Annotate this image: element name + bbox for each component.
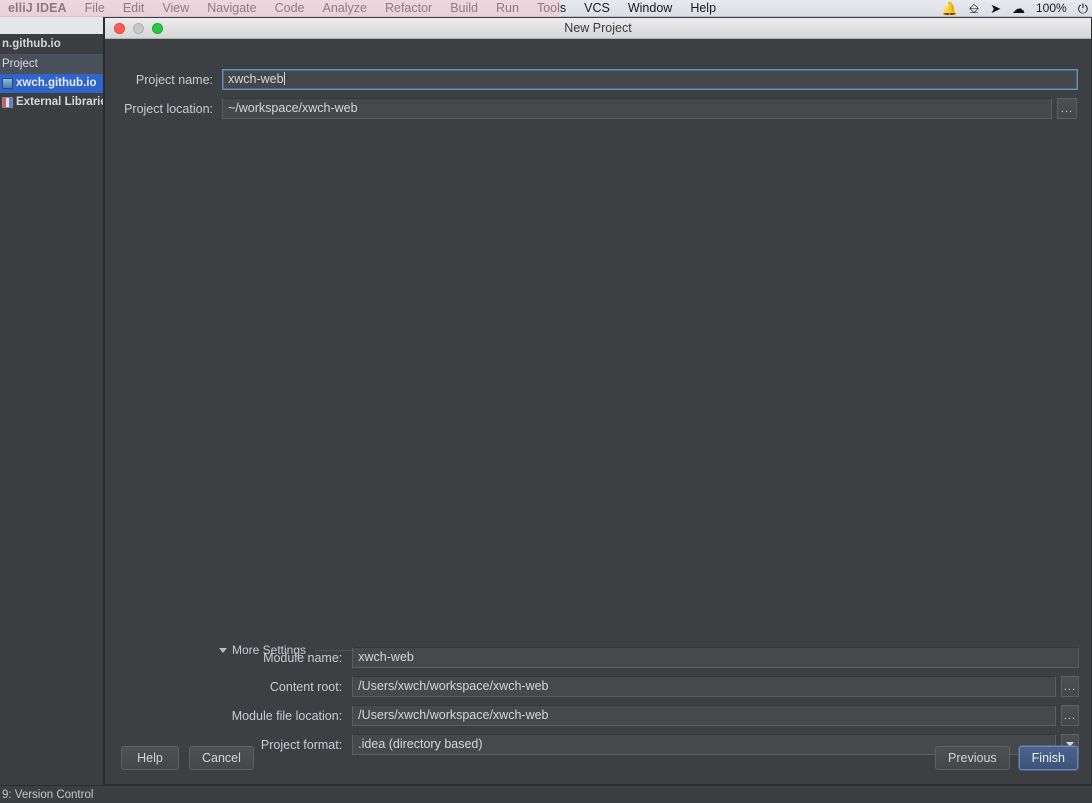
menu-item-file[interactable]: File: [76, 1, 114, 15]
zoom-traffic-light[interactable]: [152, 22, 163, 34]
tree-item-external-libraries[interactable]: External Librarie: [0, 93, 103, 112]
project-sidebar: n.github.io Project xwch.github.io Exter…: [0, 17, 104, 803]
content-root-input[interactable]: /Users/xwch/workspace/xwch-web: [352, 676, 1056, 697]
content-root-browse-button[interactable]: ...: [1060, 676, 1079, 697]
menu-item-run[interactable]: Run: [487, 1, 528, 15]
minimize-traffic-light[interactable]: [133, 22, 144, 34]
tree-item-label: External Librarie: [16, 96, 103, 108]
module-file-location-label: Module file location:: [231, 708, 343, 723]
menu-item-view[interactable]: View: [153, 1, 198, 15]
finish-button[interactable]: Finish: [1018, 746, 1078, 770]
cancel-button[interactable]: Cancel: [189, 746, 254, 770]
library-icon: [2, 97, 13, 108]
dialog-title: New Project: [564, 21, 632, 35]
status-bar: 9: Version Control: [0, 785, 1092, 803]
menu-item-build[interactable]: Build: [441, 1, 487, 15]
module-file-location-browse-button[interactable]: ...: [1060, 705, 1079, 726]
battery-charging-icon[interactable]: ⏻: [1078, 2, 1088, 15]
close-traffic-light[interactable]: [114, 22, 125, 34]
macos-menu-bar: elliJ IDEA File Edit View Navigate Code …: [0, 0, 1092, 17]
module-icon: [2, 78, 13, 89]
wifi-icon[interactable]: ☁: [1012, 2, 1025, 15]
status-bar-version-control[interactable]: 9: Version Control: [0, 789, 93, 801]
battery-percent-label: 100%: [1036, 1, 1067, 15]
text-caret: [283, 72, 285, 85]
content-root-row: Content root: /Users/xwch/workspace/xwch…: [219, 676, 1079, 697]
previous-button[interactable]: Previous: [935, 746, 1010, 770]
window-controls: [105, 22, 163, 34]
project-name-label: Project name:: [135, 72, 213, 87]
menu-item-code[interactable]: Code: [266, 1, 314, 15]
module-name-label: Module name:: [263, 650, 343, 665]
send-icon[interactable]: ➤: [990, 2, 1001, 15]
menu-item-refactor[interactable]: Refactor: [376, 1, 441, 15]
menu-item-help[interactable]: Help: [681, 1, 725, 15]
dialog-buttons-left: Help Cancel: [121, 746, 254, 770]
menu-app-name[interactable]: elliJ IDEA: [0, 1, 76, 15]
menu-item-navigate[interactable]: Navigate: [198, 1, 265, 15]
help-button[interactable]: Help: [121, 746, 179, 770]
menu-item-edit[interactable]: Edit: [114, 1, 154, 15]
project-location-row: Project location: ~/workspace/xwch-web .…: [105, 98, 1091, 119]
menu-item-tools[interactable]: Tools: [528, 1, 575, 15]
new-project-dialog: New Project Project name: xwch-web Proje…: [104, 18, 1092, 785]
menu-bar-status-icons: 🔔 ⎒ ➤ ☁ 100% ⏻: [942, 1, 1092, 15]
sidebar-title-strip: [0, 17, 103, 34]
breadcrumb: n.github.io: [0, 34, 103, 54]
dialog-buttons-right: Previous Finish: [935, 746, 1078, 770]
menu-item-analyze[interactable]: Analyze: [313, 1, 375, 15]
menu-item-vcs[interactable]: VCS: [575, 1, 619, 15]
project-name-value: xwch-web: [228, 72, 284, 86]
module-file-location-row: Module file location: /Users/xwch/worksp…: [219, 705, 1079, 726]
tree-item-label: xwch.github.io: [16, 77, 97, 89]
tool-window-header-project[interactable]: Project: [0, 54, 103, 74]
project-location-input[interactable]: ~/workspace/xwch-web: [222, 98, 1052, 119]
bell-icon[interactable]: 🔔: [942, 2, 958, 15]
dialog-content: Project name: xwch-web Project location:…: [105, 39, 1091, 784]
project-name-row: Project name: xwch-web: [105, 69, 1091, 90]
dialog-title-bar: New Project: [105, 18, 1091, 39]
screen-share-icon[interactable]: ⎒: [969, 2, 979, 15]
menu-item-window[interactable]: Window: [619, 1, 681, 15]
project-location-label: Project location:: [124, 101, 213, 116]
module-file-location-input[interactable]: /Users/xwch/workspace/xwch-web: [352, 705, 1056, 726]
project-name-input[interactable]: xwch-web: [222, 69, 1078, 90]
module-name-row: Module name: xwch-web: [219, 647, 1079, 668]
project-location-browse-button[interactable]: ...: [1057, 98, 1077, 119]
tree-item-project-root[interactable]: xwch.github.io: [0, 74, 103, 93]
module-name-input[interactable]: xwch-web: [352, 647, 1079, 668]
content-root-label: Content root:: [269, 679, 343, 694]
